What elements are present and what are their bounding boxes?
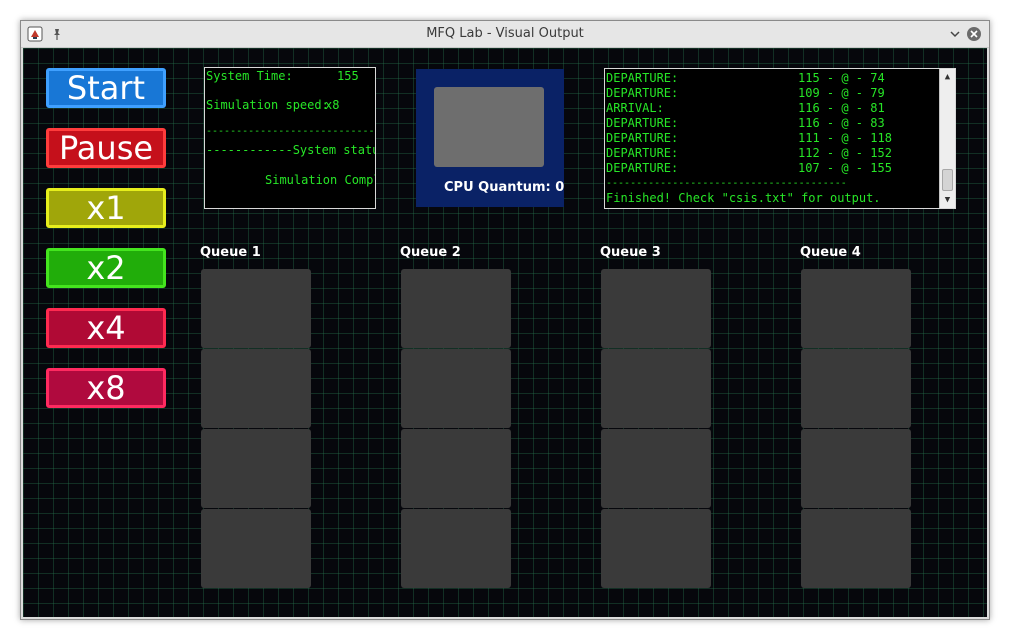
log-detail: 112 - @ - 152 bbox=[798, 146, 892, 160]
system-status-header: ------------System status--------- bbox=[206, 143, 375, 157]
simulation-speed-value: x8 bbox=[325, 98, 340, 112]
log-finished-message: Finished! Check "csis.txt" for output. bbox=[606, 191, 881, 205]
close-icon[interactable] bbox=[966, 26, 982, 42]
queue-slot bbox=[601, 269, 711, 348]
cpu-quantum-label: CPU Quantum: 0 bbox=[444, 180, 565, 195]
log-event: DEPARTURE: bbox=[606, 116, 679, 130]
queue-slot bbox=[601, 349, 711, 428]
queue-slot bbox=[801, 269, 911, 348]
log-detail: 109 - @ - 79 bbox=[798, 86, 885, 100]
status-panel: System Time: 155 Simulation speed: x8 --… bbox=[204, 67, 376, 209]
cpu-slot bbox=[434, 87, 544, 167]
log-event: DEPARTURE: bbox=[606, 161, 679, 175]
system-time-label: System Time: bbox=[206, 69, 293, 83]
event-log[interactable]: DEPARTURE: 115 - @ - 74 DEPARTURE: 109 - @… bbox=[604, 68, 956, 209]
queue-2-label: Queue 2 bbox=[400, 245, 461, 260]
log-separator: ---------------------------------------- bbox=[606, 178, 847, 189]
log-scrollbar[interactable]: ▲ ▼ bbox=[939, 69, 955, 208]
speed-x1-button[interactable]: x1 bbox=[46, 188, 166, 228]
speed-x4-button[interactable]: x4 bbox=[46, 308, 166, 348]
queue-slot bbox=[401, 509, 511, 588]
log-detail: 107 - @ - 155 bbox=[798, 161, 892, 175]
queue-slot bbox=[801, 429, 911, 508]
log-detail: 116 - @ - 81 bbox=[798, 101, 885, 115]
simulation-status-text: Simulation Complete bbox=[265, 173, 375, 187]
log-event: DEPARTURE: bbox=[606, 131, 679, 145]
chevron-down-icon[interactable] bbox=[947, 26, 963, 42]
log-event: ARRIVAL: bbox=[606, 101, 664, 115]
speed-x8-button[interactable]: x8 bbox=[46, 368, 166, 408]
start-button[interactable]: Start bbox=[46, 68, 166, 108]
scrollbar-thumb[interactable] bbox=[942, 169, 953, 191]
scroll-up-icon[interactable]: ▲ bbox=[940, 70, 955, 84]
log-detail: 116 - @ - 83 bbox=[798, 116, 885, 130]
queue-slot bbox=[201, 349, 311, 428]
simulation-canvas: Start Pause x1 x2 x4 x8 System Time: 155… bbox=[23, 48, 987, 617]
queue-slot bbox=[201, 269, 311, 348]
queue-slot bbox=[401, 269, 511, 348]
queue-4-label: Queue 4 bbox=[800, 245, 861, 260]
queue-slot bbox=[201, 509, 311, 588]
queue-slot bbox=[401, 349, 511, 428]
queue-slot bbox=[401, 429, 511, 508]
log-detail: 111 - @ - 118 bbox=[798, 131, 892, 145]
status-divider: ----------------------------------------… bbox=[206, 126, 375, 137]
window-title: MFQ Lab - Visual Output bbox=[426, 26, 584, 41]
simulation-speed-label: Simulation speed: bbox=[206, 98, 329, 112]
log-event: DEPARTURE: bbox=[606, 86, 679, 100]
queue-1-label: Queue 1 bbox=[200, 245, 261, 260]
queue-slot bbox=[801, 509, 911, 588]
scroll-down-icon[interactable]: ▼ bbox=[940, 193, 955, 207]
queue-slot bbox=[801, 349, 911, 428]
log-event: DEPARTURE: bbox=[606, 146, 679, 160]
log-event: DEPARTURE: bbox=[606, 71, 679, 85]
queue-slot bbox=[601, 509, 711, 588]
system-time-value: 155 bbox=[337, 69, 359, 83]
speed-x2-button[interactable]: x2 bbox=[46, 248, 166, 288]
queue-slot bbox=[601, 429, 711, 508]
cpu-box: CPU Quantum: 0 bbox=[416, 69, 564, 207]
title-bar: MFQ Lab - Visual Output bbox=[21, 21, 989, 48]
pause-button[interactable]: Pause bbox=[46, 128, 166, 168]
app-window: MFQ Lab - Visual Output Start Pause x1 x… bbox=[20, 20, 990, 620]
log-detail: 115 - @ - 74 bbox=[798, 71, 885, 85]
queue-3-label: Queue 3 bbox=[600, 245, 661, 260]
queue-slot bbox=[201, 429, 311, 508]
